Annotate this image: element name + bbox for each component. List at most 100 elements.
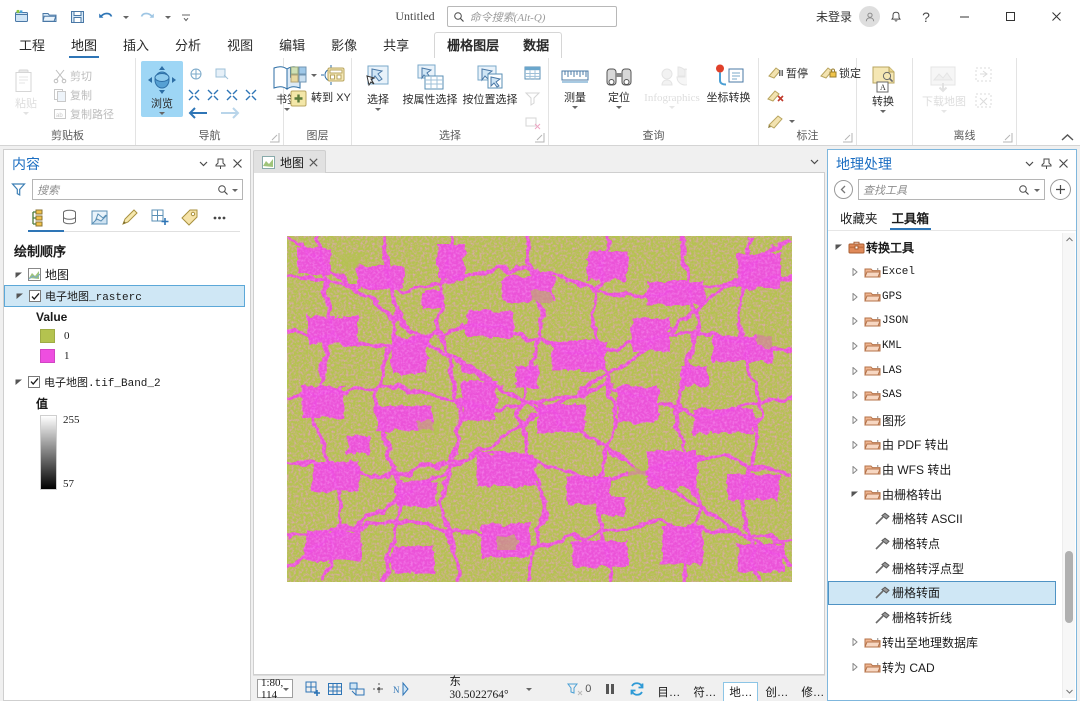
- collapse-ribbon-icon[interactable]: [1061, 133, 1074, 142]
- undo-icon[interactable]: [92, 5, 118, 29]
- selection-tools-button[interactable]: [349, 679, 365, 699]
- basemap-icon[interactable]: [289, 65, 308, 84]
- collapse-arrow-icon[interactable]: [848, 292, 862, 301]
- collapse-arrow-icon[interactable]: [848, 638, 862, 647]
- command-search-box[interactable]: 命令搜索(Alt-Q): [446, 6, 617, 27]
- notifications-icon[interactable]: [882, 4, 910, 30]
- selection-group-launcher-icon[interactable]: [534, 132, 545, 143]
- selection-count-group[interactable]: 0: [566, 681, 591, 696]
- ribbon-tab-edit[interactable]: 编辑: [266, 33, 318, 58]
- search-icon[interactable]: [217, 184, 229, 196]
- next-extent-icon[interactable]: [219, 105, 241, 121]
- previous-camera-button[interactable]: [223, 86, 241, 103]
- collapse-arrow-icon[interactable]: [848, 465, 862, 474]
- paste-button[interactable]: 粘贴: [5, 65, 47, 117]
- previous-extent-icon[interactable]: [187, 105, 209, 121]
- list-by-editing-icon[interactable]: [118, 206, 140, 228]
- sync-offline-button[interactable]: [972, 63, 994, 85]
- collapse-arrow-icon[interactable]: [848, 366, 862, 375]
- tree-item-sas[interactable]: SAS: [828, 383, 1076, 408]
- copy-button[interactable]: 复制: [49, 86, 117, 104]
- tree-item-to-cad[interactable]: 转为 CAD: [828, 655, 1076, 680]
- tree-item-from-wfs[interactable]: 由 WFS 转出: [828, 457, 1076, 482]
- collapse-arrow-icon[interactable]: [848, 416, 862, 425]
- list-by-data-source-icon[interactable]: [58, 206, 80, 228]
- measure-direction-button[interactable]: N: [393, 679, 411, 699]
- tree-item-json[interactable]: JSON: [828, 309, 1076, 334]
- convert-labels-button[interactable]: A 转换: [862, 63, 904, 115]
- tree-item-gps[interactable]: GPS: [828, 284, 1076, 309]
- add-icon[interactable]: [1050, 179, 1071, 200]
- redo-icon[interactable]: [134, 5, 160, 29]
- ribbon-tab-map[interactable]: 地图: [58, 33, 110, 58]
- more-options-icon[interactable]: [208, 206, 230, 228]
- convert-labels-dropdown-icon[interactable]: [880, 110, 886, 113]
- map-canvas[interactable]: [253, 173, 825, 675]
- copy-path-button[interactable]: ab 复制路径: [49, 105, 117, 123]
- paste-dropdown-icon[interactable]: [23, 112, 29, 115]
- zoom-to-selection2-button[interactable]: [521, 87, 543, 109]
- pause-drawing-button[interactable]: [603, 679, 617, 699]
- fixed-zoom-in-button[interactable]: [185, 86, 203, 103]
- locate-button[interactable]: 定位: [598, 61, 640, 111]
- labeling-group-launcher-icon[interactable]: [842, 132, 853, 143]
- tree-item-from-pdf[interactable]: 由 PDF 转出: [828, 433, 1076, 458]
- avatar[interactable]: [859, 6, 880, 27]
- tree-item-raster-to-polygon[interactable]: 栅格转面: [828, 580, 1056, 606]
- pause-labeling-button[interactable]: 暂停: [764, 64, 811, 82]
- geoprocessing-search-dropdown-icon[interactable]: [1034, 188, 1040, 192]
- next-camera-button[interactable]: [242, 86, 260, 103]
- full-extent-button[interactable]: [185, 63, 207, 85]
- minimize-button[interactable]: [942, 1, 986, 32]
- label-style-dropdown-icon[interactable]: [789, 120, 795, 123]
- tree-item-excel[interactable]: Excel: [828, 260, 1076, 285]
- contents-close-icon[interactable]: [229, 155, 246, 172]
- ribbon-tab-share[interactable]: 共享: [370, 33, 422, 58]
- coordinate-units-dropdown-icon[interactable]: [526, 687, 533, 691]
- list-by-labeling-icon[interactable]: [178, 206, 200, 228]
- ribbon-tab-insert[interactable]: 插入: [110, 33, 162, 58]
- search-icon[interactable]: [1018, 184, 1030, 196]
- basemap-dropdown-icon[interactable]: [311, 73, 317, 77]
- navigate-group-launcher-icon[interactable]: [269, 132, 280, 143]
- expand-arrow-icon[interactable]: [14, 270, 24, 280]
- add-data-icon[interactable]: [289, 89, 308, 108]
- toc-map-node[interactable]: 地图: [4, 264, 250, 285]
- tree-item-kml[interactable]: KML: [828, 334, 1076, 359]
- select-by-attributes-button[interactable]: 按属性选择: [401, 61, 459, 108]
- toc-layer-band2[interactable]: 电子地图.tif_Band_2: [4, 371, 250, 392]
- help-icon[interactable]: ?: [912, 4, 940, 30]
- coordinate-conversion-button[interactable]: 坐标转换: [704, 61, 753, 106]
- select-dropdown-icon[interactable]: [375, 108, 381, 111]
- collapse-arrow-icon[interactable]: [848, 268, 862, 277]
- layer-visibility-checkbox[interactable]: [28, 375, 40, 388]
- dock-tab-create[interactable]: 创…: [759, 682, 794, 701]
- ribbon-tab-data[interactable]: 数据: [511, 33, 561, 58]
- tree-item-graphics[interactable]: 图形: [828, 408, 1076, 433]
- layer-visibility-checkbox[interactable]: [29, 290, 41, 302]
- dock-tab-symbology[interactable]: 符…: [687, 682, 722, 701]
- select-button[interactable]: 选择: [357, 61, 399, 113]
- clear-selection-button[interactable]: [521, 112, 543, 134]
- explore-dropdown-icon[interactable]: [159, 112, 165, 115]
- collapse-arrow-icon[interactable]: [848, 391, 862, 400]
- expand-arrow-icon[interactable]: [15, 291, 25, 301]
- tree-item-raster-to-float[interactable]: 栅格转浮点型: [828, 556, 1076, 581]
- maximize-button[interactable]: [988, 1, 1032, 32]
- ribbon-tab-analysis[interactable]: 分析: [162, 33, 214, 58]
- scrollbar-thumb[interactable]: [1065, 551, 1073, 623]
- close-button[interactable]: [1034, 1, 1078, 32]
- contents-search-input[interactable]: 搜索: [32, 179, 243, 200]
- dock-tab-modify[interactable]: 修…: [795, 682, 830, 701]
- ribbon-tab-project[interactable]: 工程: [6, 33, 58, 58]
- infographics-dropdown-icon[interactable]: [668, 106, 675, 109]
- tree-item-raster-to-ascii[interactable]: 栅格转 ASCII: [828, 507, 1076, 532]
- view-tab-map[interactable]: 地图: [253, 150, 327, 173]
- geoprocessing-pin-icon[interactable]: [1038, 155, 1055, 172]
- grid-button[interactable]: [327, 679, 343, 699]
- tree-item-to-geodatabase[interactable]: 转出至地理数据库: [828, 630, 1076, 655]
- attribute-table-button[interactable]: [521, 62, 543, 84]
- select-by-location-button[interactable]: 按位置选择: [461, 61, 519, 108]
- collapse-arrow-icon[interactable]: [848, 663, 862, 672]
- ribbon-tab-imagery[interactable]: 影像: [318, 33, 370, 58]
